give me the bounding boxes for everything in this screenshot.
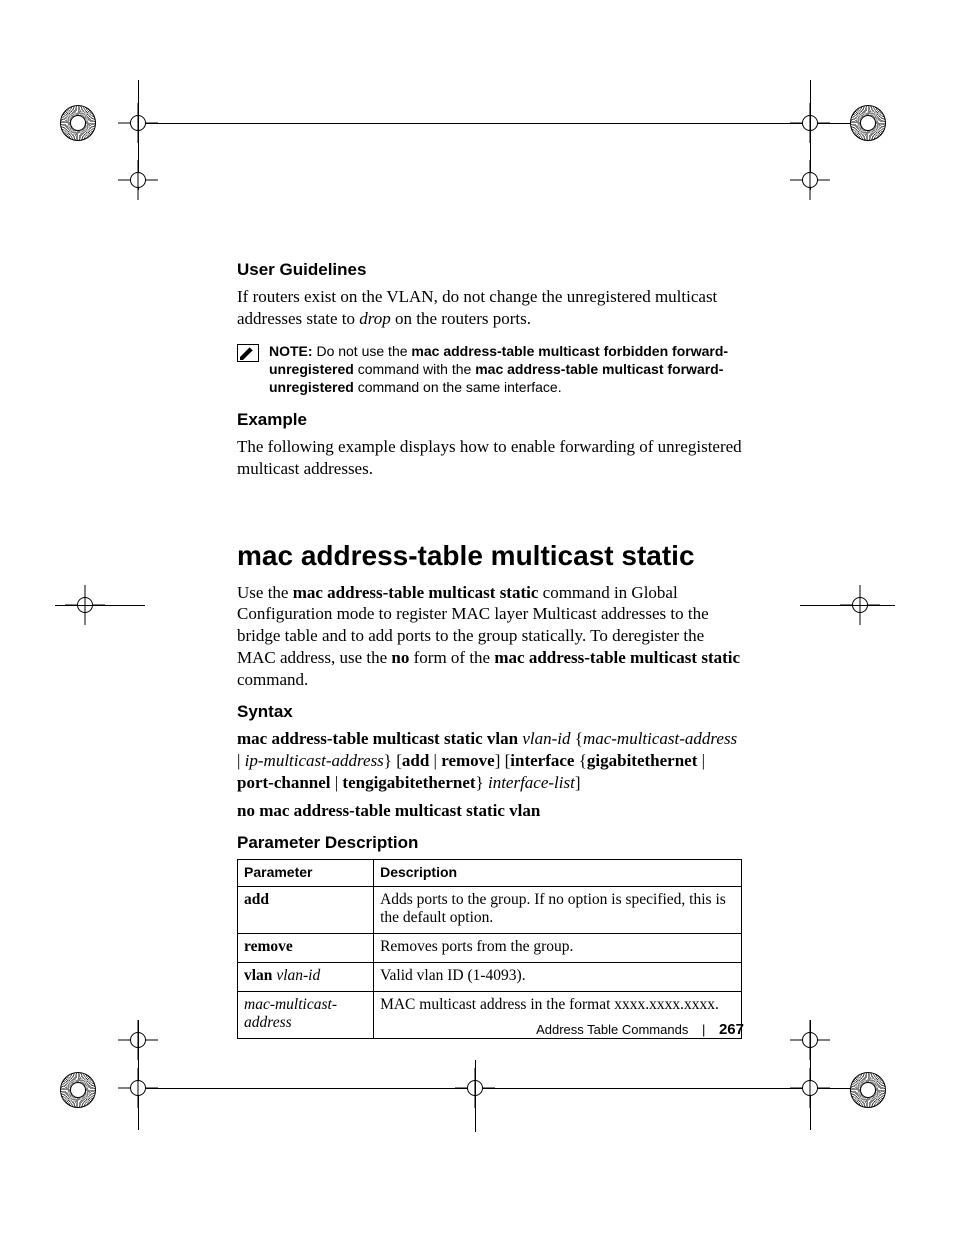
- crop-line-icon: [800, 605, 895, 606]
- th-description: Description: [374, 860, 742, 887]
- text: }: [476, 773, 488, 792]
- crop-line-icon: [138, 80, 139, 190]
- page-body: User Guidelines If routers exist on the …: [237, 260, 742, 1039]
- text: Do not use the: [313, 343, 412, 359]
- bold-text: port-channel: [237, 773, 331, 792]
- crop-line-icon: [475, 1060, 476, 1132]
- table-header-row: Parameter Description: [238, 860, 742, 887]
- note-block: NOTE: Do not use the mac address-table m…: [237, 342, 742, 397]
- page-number: 267: [719, 1021, 744, 1038]
- table-row: add Adds ports to the group. If no optio…: [238, 887, 742, 934]
- bold-text: tengigabitethernet: [342, 773, 475, 792]
- text: |: [331, 773, 343, 792]
- text: command.: [237, 670, 308, 689]
- registration-mark-icon: [850, 105, 886, 141]
- text: |: [237, 751, 245, 770]
- text: } [: [384, 751, 402, 770]
- bold-text: mac address-table multicast static: [293, 583, 539, 602]
- text: command with the: [354, 361, 475, 377]
- registration-mark-icon: [60, 1072, 96, 1108]
- text: {: [571, 729, 583, 748]
- text: ]: [575, 773, 581, 792]
- crop-line-icon: [140, 123, 854, 124]
- note-text: NOTE: Do not use the mac address-table m…: [269, 342, 742, 397]
- note-label: NOTE:: [269, 343, 313, 359]
- text: command on the same interface.: [354, 379, 562, 395]
- paragraph: Use the mac address-table multicast stat…: [237, 582, 742, 691]
- syntax-no-line: no mac address-table multicast static vl…: [237, 800, 742, 822]
- italic-text: vlan-id: [522, 729, 570, 748]
- italic-text: ip-multicast-address: [245, 751, 384, 770]
- text: on the routers ports.: [391, 309, 531, 328]
- param-name: remove: [244, 938, 293, 955]
- italic-text: drop: [359, 309, 391, 328]
- paragraph: The following example displays how to en…: [237, 436, 742, 480]
- table-row: remove Removes ports from the group.: [238, 934, 742, 963]
- heading-user-guidelines: User Guidelines: [237, 260, 742, 280]
- crop-line-icon: [140, 1088, 854, 1089]
- param-name: vlan: [244, 967, 276, 984]
- heading-parameter-description: Parameter Description: [237, 833, 742, 853]
- bold-text: remove: [441, 751, 495, 770]
- text: |: [429, 751, 441, 770]
- heading-example: Example: [237, 410, 742, 430]
- text: |: [697, 751, 705, 770]
- paragraph: If routers exist on the VLAN, do not cha…: [237, 286, 742, 330]
- bold-text: gigabitethernet: [587, 751, 697, 770]
- param-desc: Removes ports from the group.: [374, 934, 742, 963]
- bold-text: add: [402, 751, 429, 770]
- param-name: add: [244, 891, 269, 908]
- footer-section: Address Table Commands: [536, 1022, 688, 1037]
- crop-line-icon: [55, 605, 145, 606]
- parameter-table: Parameter Description add Adds ports to …: [237, 859, 742, 1039]
- text: ] [: [495, 751, 511, 770]
- registration-mark-icon: [60, 105, 96, 141]
- crop-line-icon: [810, 80, 811, 190]
- crop-line-icon: [138, 1020, 139, 1130]
- param-name-italic: mac-multicast-address: [244, 996, 337, 1031]
- th-parameter: Parameter: [238, 860, 374, 887]
- text: Use the: [237, 583, 293, 602]
- italic-text: mac-multicast-address: [583, 729, 737, 748]
- italic-text: interface-list: [488, 773, 575, 792]
- page-footer: Address Table Commands | 267: [536, 1021, 744, 1038]
- bold-text: interface: [510, 751, 574, 770]
- param-desc: Adds ports to the group. If no option is…: [374, 887, 742, 934]
- text: {: [574, 751, 586, 770]
- note-pencil-icon: [237, 344, 259, 362]
- table-row: vlan vlan-id Valid vlan ID (1-4093).: [238, 963, 742, 992]
- bold-text: no: [391, 648, 409, 667]
- bold-text: mac address-table multicast static vlan: [237, 729, 522, 748]
- param-name-italic: vlan-id: [276, 967, 320, 984]
- registration-mark-icon: [850, 1072, 886, 1108]
- syntax-line: mac address-table multicast static vlan …: [237, 728, 742, 793]
- text: form of the: [409, 648, 494, 667]
- crop-line-icon: [810, 1020, 811, 1130]
- param-desc: Valid vlan ID (1-4093).: [374, 963, 742, 992]
- heading-syntax: Syntax: [237, 702, 742, 722]
- heading-command: mac address-table multicast static: [237, 540, 742, 572]
- bold-text: mac address-table multicast static: [494, 648, 740, 667]
- footer-separator: |: [702, 1022, 705, 1037]
